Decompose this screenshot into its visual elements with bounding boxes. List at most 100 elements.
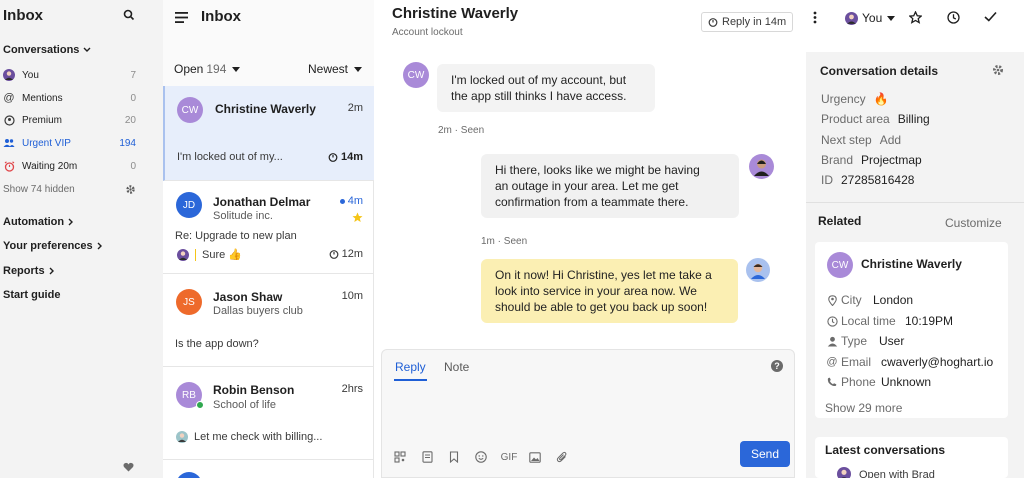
conversation-time: 2m (347, 102, 363, 114)
agent-message: Hi there, looks like we might be having … (481, 154, 739, 218)
conversation-item[interactable]: CW Christine Waverly 2m I'm locked out o… (163, 86, 374, 181)
attachment-icon[interactable] (555, 450, 569, 464)
detail-id[interactable]: ID 27285816428 (821, 173, 914, 187)
contact-key: City (841, 293, 862, 307)
emoji-icon[interactable] (474, 450, 488, 464)
contact-value: 10:19PM (905, 314, 954, 328)
sidebar-section-start-guide[interactable]: Start guide (3, 289, 60, 301)
sidebar-item-label: Mentions (22, 92, 63, 104)
sort-dropdown[interactable]: Newest (308, 62, 362, 76)
last-reply: Let me check with billing... (176, 431, 322, 443)
alarm-icon (3, 160, 15, 172)
snooze-clock-icon[interactable] (947, 11, 960, 24)
help-icon[interactable]: ? (771, 360, 783, 375)
conversation-time: 4m (339, 195, 363, 207)
sidebar-section-preferences[interactable]: Your preferences (3, 240, 103, 252)
sidebar-item-premium[interactable]: Premium 20 (3, 111, 136, 129)
show-more-link[interactable]: Show 29 more (825, 401, 902, 415)
gear-icon[interactable] (125, 184, 136, 198)
conversations-section[interactable]: Conversations (3, 44, 91, 56)
sidebar-item-you[interactable]: You 7 (3, 66, 136, 84)
timer-icon (329, 250, 338, 259)
detail-urgency[interactable]: Urgency 🔥 (821, 92, 889, 106)
detail-product-area[interactable]: Product area Billing (821, 112, 930, 126)
note-marker (195, 248, 196, 261)
sidebar-item-waiting-20m[interactable]: Waiting 20m 0 (3, 157, 136, 175)
details-panel: Conversation details Urgency 🔥 Product a… (806, 52, 1024, 478)
caret-down-icon (887, 15, 896, 21)
sla-timer: 12m (329, 248, 363, 260)
message-line: On it now! Hi Christine, yes let me take… (495, 268, 712, 282)
assignee-dropdown[interactable]: You (845, 11, 896, 25)
gif-button[interactable]: GIF (500, 450, 518, 464)
chevron-right-icon (97, 242, 102, 250)
phone-icon (825, 377, 839, 387)
sidebar: Inbox Conversations You 7 @ Mentions 0 P… (0, 0, 163, 478)
sidebar-item-count: 0 (130, 92, 136, 104)
close-conversation-check-icon[interactable] (984, 11, 997, 22)
star-badge-icon (3, 114, 15, 126)
menu-icon[interactable] (175, 12, 188, 26)
conversation-time: 10m (341, 290, 363, 302)
section-label: Start guide (3, 289, 61, 301)
contact-value: User (879, 334, 905, 348)
image-icon[interactable] (528, 450, 542, 464)
detail-key: Product area (821, 112, 890, 126)
sidebar-item-label: Urgent VIP (22, 137, 71, 149)
contact-name: Jonathan Delmar (213, 195, 311, 209)
reply-composer[interactable]: Reply Note ? GIF Send (381, 349, 795, 478)
show-hidden-link[interactable]: Show 74 hidden (3, 184, 75, 195)
sidebar-section-automation[interactable]: Automation (3, 216, 74, 228)
sla-timer-value: 14m (340, 151, 363, 163)
avatar (176, 472, 202, 478)
conversation-item[interactable]: JS Jason Shaw Dallas buyers club 10m Is … (163, 274, 374, 367)
star-outline-icon[interactable] (909, 11, 922, 24)
message-line: the app still thinks I have access. (451, 89, 627, 103)
sidebar-item-mentions[interactable]: @ Mentions 0 (3, 89, 136, 107)
active-tab-indicator (394, 379, 427, 381)
sidebar-section-reports[interactable]: Reports (3, 265, 55, 277)
internal-note: On it now! Hi Christine, yes let me take… (481, 259, 738, 323)
latest-conversation-item[interactable]: Open with Brad (859, 469, 935, 478)
agent-avatar (749, 154, 774, 182)
conversation-time-value: 4m (347, 195, 363, 207)
customer-message: I'm locked out of my account, but the ap… (437, 64, 655, 112)
status-filter-dropdown[interactable]: Open 194 (174, 62, 241, 76)
reply-timer-button[interactable]: Reply in 14m (701, 12, 794, 32)
contact-value[interactable]: cwaverly@hoghart.io (881, 355, 993, 369)
gear-icon[interactable] (992, 64, 1004, 79)
article-icon[interactable] (420, 450, 434, 464)
more-options-icon[interactable] (813, 11, 817, 24)
avatar: JS (176, 289, 202, 315)
detail-brand[interactable]: Brand Projectmap (821, 153, 922, 167)
sidebar-item-urgent-vip[interactable]: Urgent VIP 194 (3, 134, 136, 152)
search-icon[interactable] (123, 9, 135, 21)
contact-name[interactable]: Christine Waverly (861, 257, 962, 271)
tab-reply[interactable]: Reply (395, 360, 426, 374)
detail-key: Next step (821, 133, 872, 147)
heart-icon[interactable] (123, 461, 134, 475)
conversation-item[interactable]: RB Robin Benson School of life 2hrs Let … (163, 367, 374, 460)
details-title: Conversation details (820, 64, 939, 78)
tab-note[interactable]: Note (444, 360, 469, 374)
conversation-subject: Account lockout (392, 27, 463, 38)
star-icon[interactable] (352, 212, 363, 226)
contact-local-time: Local time 10:19PM (825, 314, 953, 328)
clock-icon (825, 315, 839, 327)
shortcuts-icon[interactable] (393, 450, 407, 464)
contact-key: Type (841, 334, 868, 348)
contact-company: School of life (213, 399, 276, 411)
customize-link[interactable]: Customize (945, 216, 1002, 230)
contact-name: Jason Shaw (213, 290, 283, 304)
sidebar-item-count: 0 (130, 160, 136, 172)
conversation-item[interactable]: JD Jonathan Delmar Solitude inc. 4m Re: … (163, 181, 374, 274)
list-header: Inbox Open 194 Newest (163, 0, 374, 86)
conversation-preview: Is the app down? (175, 338, 259, 350)
message-line: an outage in your area. Let me get (495, 179, 679, 193)
detail-next-step[interactable]: Next step Add (821, 133, 901, 147)
sort-label: Newest (307, 62, 348, 76)
bookmark-icon[interactable] (447, 450, 461, 464)
status-filter-label: Open (174, 62, 204, 76)
avatar-icon (837, 467, 851, 478)
send-button[interactable]: Send (740, 441, 790, 467)
